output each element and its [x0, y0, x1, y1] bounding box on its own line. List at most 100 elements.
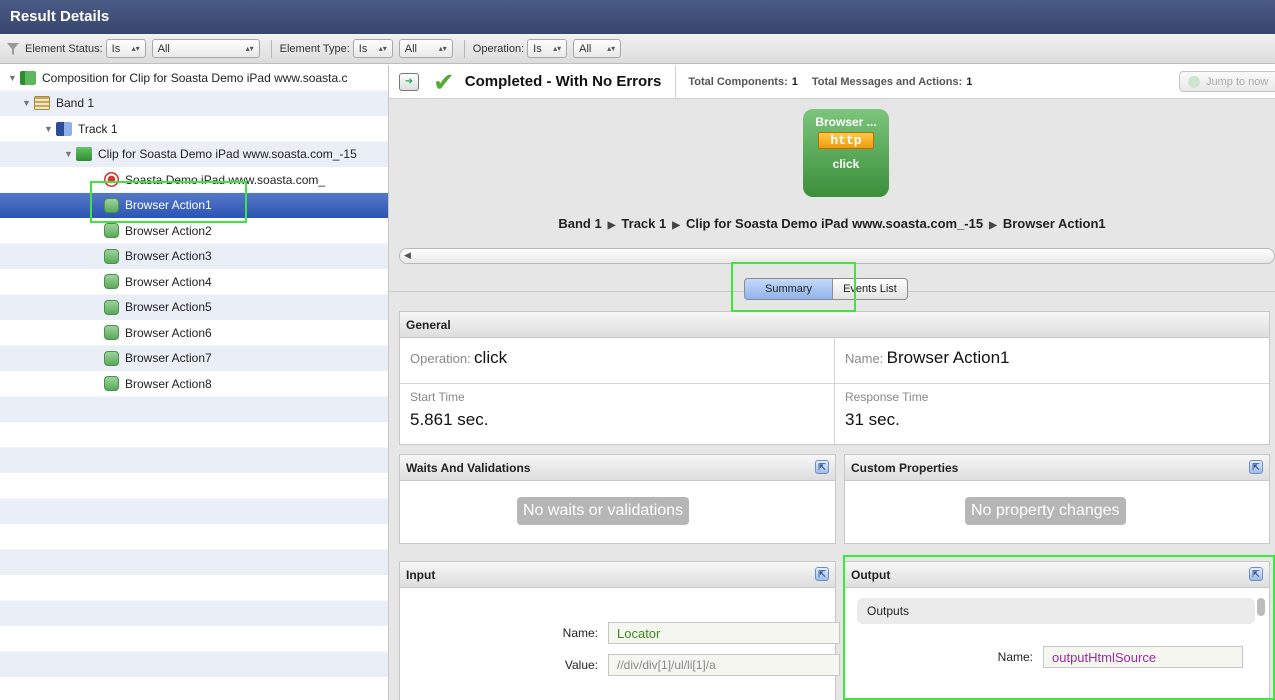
tree-item-band[interactable]: ▼ Band 1 [0, 91, 388, 117]
input-value-row: Value: //div/div[1]/ul/li[1]/a [550, 654, 840, 676]
tab-events-list[interactable]: Events List [833, 278, 908, 300]
output-scrollbar[interactable] [1257, 598, 1265, 616]
element-type-value-select[interactable]: All ▴▾ [398, 39, 453, 58]
arrow-right-icon: ▶ [989, 220, 997, 231]
output-panel: Output ⇱ Outputs Name: outputHtmlSource [844, 561, 1270, 700]
arrow-right-icon: ▶ [607, 220, 616, 231]
tree-item-label: Browser Action2 [125, 223, 212, 238]
tab-summary[interactable]: Summary [744, 278, 834, 300]
record-icon [104, 172, 119, 188]
tree-item-label: Browser Action6 [125, 325, 212, 340]
output-title: Output ⇱ [845, 562, 1269, 588]
response-time-cell: Response Time 31 sec. [835, 384, 1269, 444]
tree-item-label: Band 1 [56, 96, 95, 111]
updown-icon: ▴▾ [378, 44, 387, 53]
breadcrumb-item[interactable]: Clip for Soasta Demo iPad www.soasta.com… [686, 216, 983, 231]
disclosure-triangle-icon[interactable]: ▼ [8, 73, 20, 83]
tree-item-track[interactable]: ▼ Track 1 [0, 116, 388, 142]
output-name-field[interactable]: outputHtmlSource [1043, 646, 1243, 668]
tree-item-recording[interactable]: Soasta Demo iPad www.soasta.com_ [0, 167, 388, 193]
details-panel: ➜ ✔ Completed - With No Errors Total Com… [389, 65, 1275, 700]
custom-title-text: Custom Properties [851, 461, 959, 475]
view-tabs: Summary Events List [744, 278, 908, 300]
waits-empty-message: No waits or validations [517, 497, 690, 525]
disclosure-triangle-icon[interactable]: ▼ [64, 149, 76, 159]
expand-icon[interactable]: ⇱ [815, 567, 829, 581]
operation-cell: Operation: click [400, 338, 835, 384]
breadcrumb-item[interactable]: Browser Action1 [1003, 216, 1106, 231]
expand-icon[interactable]: ⇱ [1249, 567, 1263, 581]
http-icon: http [818, 132, 874, 149]
breadcrumb: Band 1 ▶ Track 1 ▶ Clip for Soasta Demo iPad… [389, 216, 1275, 231]
output-name-row: Name: outputHtmlSource [945, 646, 1243, 668]
jump-to-now-button[interactable]: Jump to now [1179, 71, 1275, 92]
element-status-op-select[interactable]: Is ▴▾ [105, 39, 146, 58]
total-messages-value: 1 [966, 75, 973, 88]
updown-icon: ▴▾ [438, 44, 447, 53]
action-tile[interactable]: Browser ... http click [803, 109, 889, 197]
tree-item-browser-action7[interactable]: Browser Action7 [0, 346, 388, 372]
updown-icon: ▴▾ [607, 44, 616, 53]
tree-item-label: Browser Action8 [125, 376, 212, 391]
tree-item-label: Soasta Demo iPad www.soasta.com_ [125, 172, 326, 187]
checkmark-icon: ✔ [433, 66, 455, 97]
scroll-left-icon[interactable]: ◀ [404, 250, 411, 261]
tree-item-browser-action2[interactable]: Browser Action2 [0, 218, 388, 244]
jump-label: Jump to now [1206, 75, 1269, 88]
browser-action-icon [104, 197, 119, 213]
tree-item-browser-action1[interactable]: Browser Action1 [0, 192, 388, 218]
expand-icon[interactable]: ⇱ [815, 460, 829, 474]
window-title: Result Details [0, 0, 1275, 34]
tree-item-browser-action3[interactable]: Browser Action3 [0, 244, 388, 270]
timeline-scrollbar[interactable]: ◀ [399, 248, 1275, 264]
status-bar: ➜ ✔ Completed - With No Errors Total Com… [389, 65, 1275, 99]
disclosure-triangle-icon[interactable]: ▼ [22, 98, 34, 108]
waits-title-text: Waits And Validations [406, 461, 531, 475]
browser-action-icon [104, 325, 119, 341]
element-status-value-select[interactable]: All ▴▾ [151, 39, 260, 58]
general-title: General [400, 312, 1269, 338]
tree-item-label: Browser Action1 [125, 198, 212, 213]
tree-item-browser-action6[interactable]: Browser Action6 [0, 320, 388, 346]
tree-item-browser-action5[interactable]: Browser Action5 [0, 295, 388, 321]
general-panel: General Operation: click Name: Browser A… [399, 311, 1270, 445]
result-tree: ▼ Composition for Clip for Soasta Demo i… [0, 65, 389, 700]
tree-item-label: Browser Action5 [125, 300, 212, 315]
element-status-label: Element Status: [25, 42, 103, 55]
band-icon [34, 96, 50, 111]
composition-icon [20, 70, 36, 85]
operation-op-select[interactable]: Is ▴▾ [527, 39, 568, 58]
tree-item-browser-action8[interactable]: Browser Action8 [0, 371, 388, 397]
element-type-op-select[interactable]: Is ▴▾ [352, 39, 393, 58]
tree-item-clip[interactable]: ▼ Clip for Soasta Demo iPad www.soasta.c… [0, 142, 388, 168]
breadcrumb-item[interactable]: Band 1 [558, 216, 601, 231]
tree-item-composition[interactable]: ▼ Composition for Clip for Soasta Demo i… [0, 65, 388, 91]
status-text: Completed - With No Errors [464, 73, 662, 90]
name-cell: Name: Browser Action1 [835, 338, 1269, 384]
browser-action-icon [104, 350, 119, 366]
input-value-field[interactable]: //div/div[1]/ul/li[1]/a [608, 654, 840, 676]
updown-icon: ▴▾ [245, 44, 254, 53]
tree-item-label: Clip for Soasta Demo iPad www.soasta.com… [98, 147, 357, 162]
select-value: All [157, 42, 170, 55]
tree-item-label: Browser Action4 [125, 274, 212, 289]
browser-action-icon [104, 223, 119, 239]
total-messages-label: Total Messages and Actions: [811, 75, 963, 88]
updown-icon: ▴▾ [131, 44, 140, 53]
operation-value-select[interactable]: All ▴▾ [573, 39, 622, 58]
browser-action-icon [104, 299, 119, 315]
tree-item-browser-action4[interactable]: Browser Action4 [0, 269, 388, 295]
tree-item-label: Browser Action7 [125, 351, 212, 366]
expand-icon[interactable]: ⇱ [1249, 460, 1263, 474]
operation-value: click [474, 348, 508, 367]
select-value: Is [111, 42, 121, 55]
input-name-label: Name: [562, 626, 598, 640]
breadcrumb-item[interactable]: Track 1 [621, 216, 666, 231]
filter-icon[interactable] [6, 42, 20, 56]
outputs-section-header[interactable]: Outputs [857, 598, 1255, 624]
input-name-field[interactable]: Locator [608, 622, 840, 644]
disclosure-triangle-icon[interactable]: ▼ [44, 124, 56, 134]
input-title-text: Input [406, 568, 436, 582]
element-type-label: Element Type: [279, 42, 350, 55]
export-button[interactable]: ➜ [399, 72, 419, 91]
